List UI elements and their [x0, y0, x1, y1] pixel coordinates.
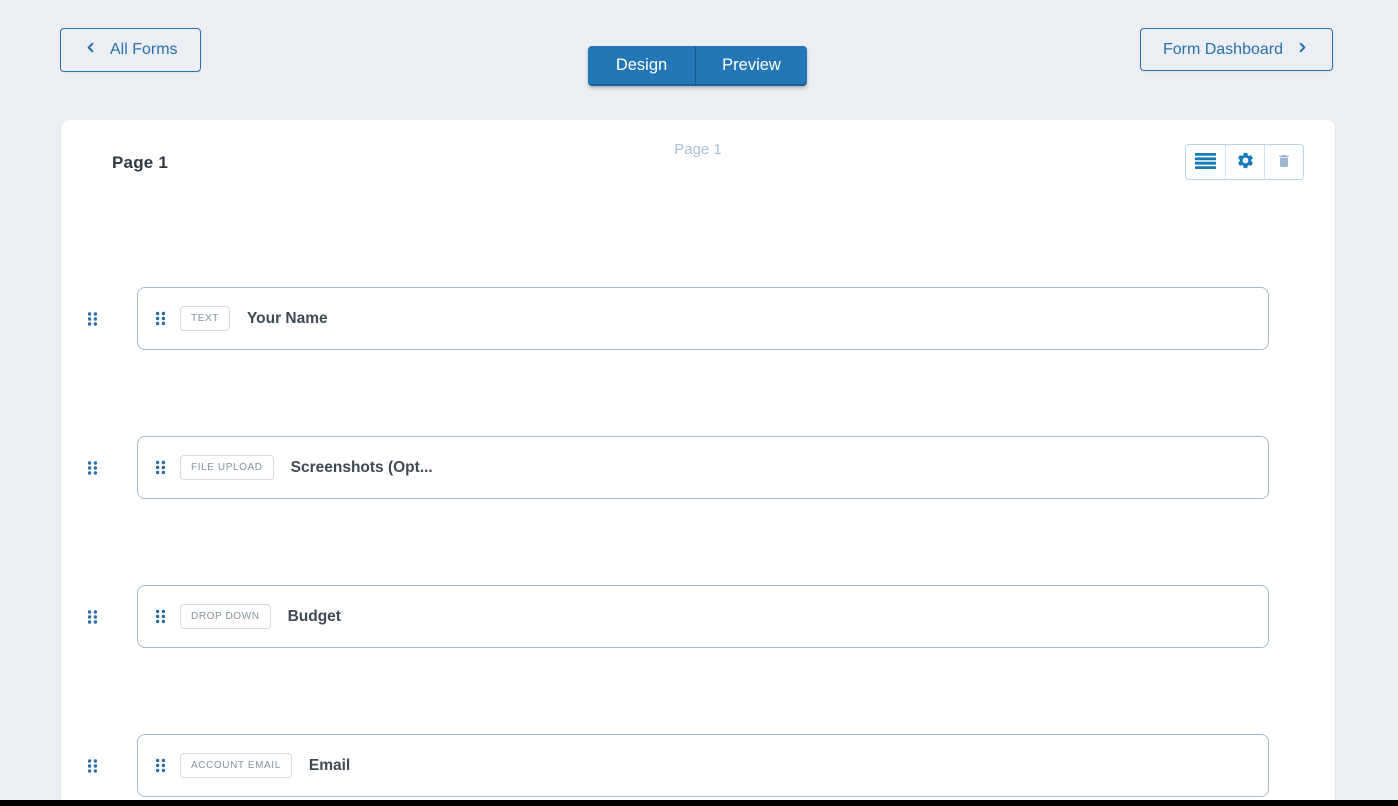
topbar: All Forms Design Preview Form Dashboard	[0, 0, 1398, 120]
field-card[interactable]: FILE UPLOAD Screenshots (Opt...	[137, 436, 1269, 499]
field-row-screenshots: FILE UPLOAD Screenshots (Opt...	[137, 436, 1269, 499]
page-menu-button[interactable]	[1186, 145, 1225, 179]
bottom-edge	[0, 800, 1398, 806]
field-list: TEXT Your Name FILE UPLOAD Screenshots (…	[61, 180, 1335, 797]
chevron-left-icon	[83, 40, 98, 60]
field-label: Budget	[288, 608, 341, 626]
field-row-your-name: TEXT Your Name	[137, 287, 1269, 350]
field-card[interactable]: DROP DOWN Budget	[137, 585, 1269, 648]
page-card: Page 1 Page 1	[61, 120, 1335, 806]
trash-icon	[1276, 152, 1292, 173]
menu-icon	[1195, 153, 1216, 172]
tab-preview[interactable]: Preview	[695, 46, 807, 86]
all-forms-button[interactable]: All Forms	[60, 28, 201, 72]
all-forms-label: All Forms	[110, 41, 178, 59]
drag-handle-icon[interactable]	[87, 311, 98, 326]
drag-handle-icon[interactable]	[155, 311, 166, 326]
drag-handle-icon[interactable]	[155, 758, 166, 773]
tab-design[interactable]: Design	[588, 46, 695, 86]
field-type-badge: ACCOUNT EMAIL	[180, 753, 292, 778]
drag-handle-icon[interactable]	[87, 609, 98, 624]
field-type-badge: DROP DOWN	[180, 604, 271, 629]
field-card[interactable]: ACCOUNT EMAIL Email	[137, 734, 1269, 797]
drag-handle-icon[interactable]	[87, 460, 98, 475]
field-label: Your Name	[247, 310, 328, 328]
page-card-header: Page 1 Page 1	[61, 120, 1335, 180]
drag-handle-icon[interactable]	[155, 460, 166, 475]
drag-handle-icon[interactable]	[87, 758, 98, 773]
field-label: Email	[309, 757, 350, 775]
field-row-budget: DROP DOWN Budget	[137, 585, 1269, 648]
field-type-badge: TEXT	[180, 306, 230, 331]
gear-icon	[1236, 151, 1255, 173]
field-label: Screenshots (Opt...	[291, 459, 433, 477]
page-watermark: Page 1	[61, 141, 1335, 158]
form-dashboard-label: Form Dashboard	[1163, 41, 1283, 59]
view-mode-tabs: Design Preview	[588, 46, 807, 86]
drag-handle-icon[interactable]	[155, 609, 166, 624]
field-card[interactable]: TEXT Your Name	[137, 287, 1269, 350]
page-toolbar	[1185, 144, 1304, 180]
field-type-badge: FILE UPLOAD	[180, 455, 274, 480]
form-dashboard-button[interactable]: Form Dashboard	[1140, 28, 1333, 71]
page-delete-button[interactable]	[1264, 145, 1303, 179]
page-settings-button[interactable]	[1225, 145, 1264, 179]
field-row-email: ACCOUNT EMAIL Email	[137, 734, 1269, 797]
chevron-right-icon	[1295, 40, 1310, 60]
